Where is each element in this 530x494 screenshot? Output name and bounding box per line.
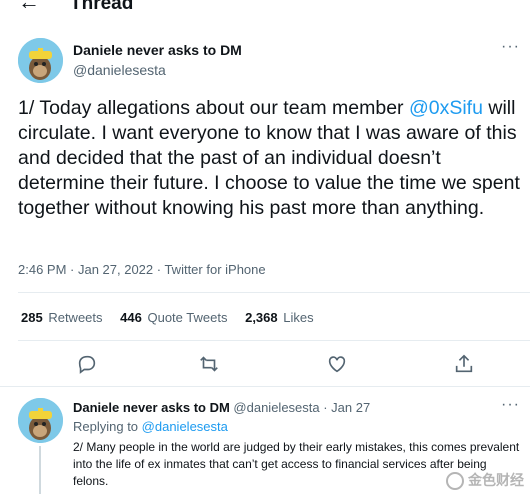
author-name[interactable]: Daniele never asks to DM (73, 42, 242, 58)
thread-header: ← Thread (0, 0, 530, 18)
retweet-icon[interactable] (198, 353, 220, 375)
avatar[interactable] (18, 38, 63, 83)
page-title: Thread (70, 0, 134, 14)
likes-stat[interactable]: 2,368 Likes (245, 310, 314, 325)
watermark: 金色财经 (446, 470, 524, 490)
more-dots-icon[interactable]: ··· (501, 396, 520, 414)
replying-to: Replying to @danielesesta (73, 419, 228, 434)
share-icon[interactable] (453, 353, 475, 375)
author-handle[interactable]: @danielesesta (73, 62, 166, 78)
replying-mention-link[interactable]: @danielesesta (142, 419, 228, 434)
more-dots-icon[interactable]: ··· (501, 38, 520, 56)
back-arrow-icon[interactable]: ← (18, 0, 40, 13)
tweet-text-start: 1/ Today allegations about our team memb… (18, 97, 409, 119)
avatar[interactable] (18, 398, 63, 443)
tweet-meta[interactable]: 2:46 PM · Jan 27, 2022 · Twitter for iPh… (18, 262, 266, 277)
tweet-stats: 285 Retweets 446 Quote Tweets 2,368 Like… (21, 310, 328, 325)
retweets-stat[interactable]: 285 Retweets (21, 310, 103, 325)
reply-icon[interactable] (76, 353, 98, 375)
watermark-logo-icon (446, 472, 464, 490)
heart-icon[interactable] (326, 353, 348, 375)
divider (0, 386, 530, 387)
reply-author-name[interactable]: Daniele never asks to DM (73, 400, 230, 415)
divider (18, 292, 530, 293)
thread-line (39, 446, 41, 494)
reply-handle-date[interactable]: @danielesesta · Jan 27 (233, 400, 370, 415)
quotes-stat[interactable]: 446 Quote Tweets (120, 310, 227, 325)
tweet-text: 1/ Today allegations about our team memb… (18, 96, 523, 221)
reply-author[interactable]: Daniele never asks to DM @danielesesta ·… (73, 400, 370, 415)
divider (18, 340, 530, 341)
mention-link[interactable]: @0xSifu (409, 97, 483, 119)
